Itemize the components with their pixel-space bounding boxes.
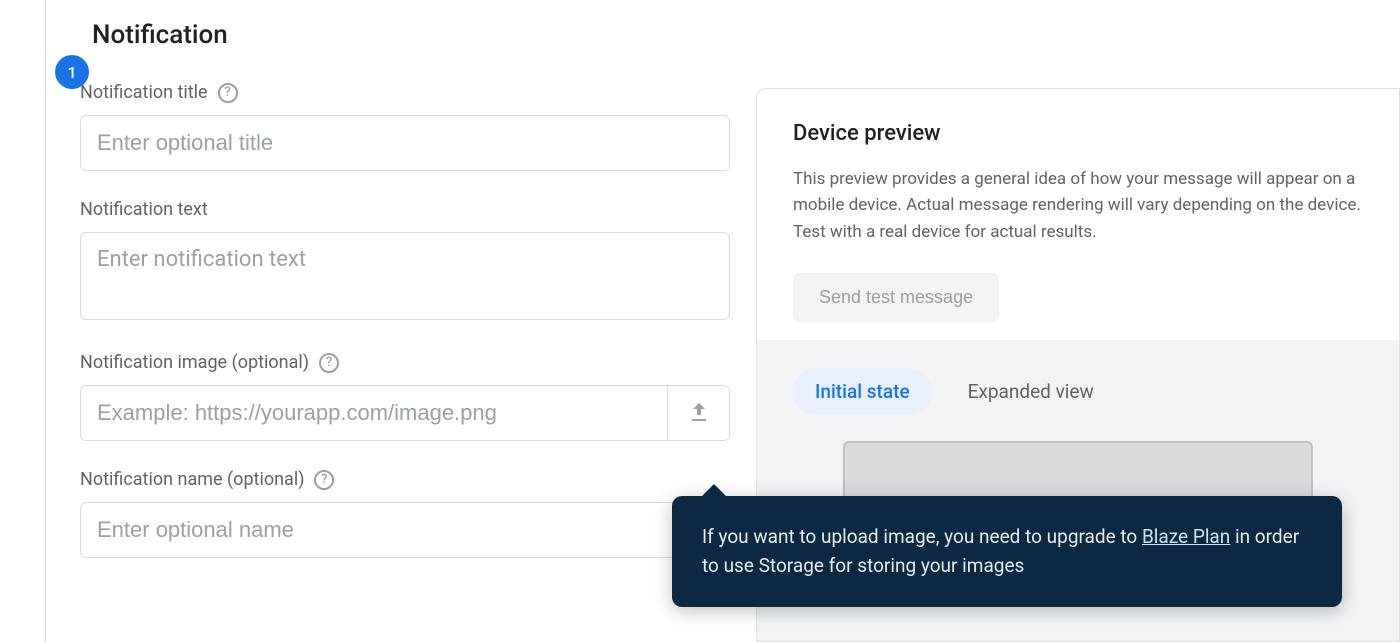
notification-text-input[interactable] <box>80 232 730 320</box>
tab-expanded-view[interactable]: Expanded view <box>946 368 1116 415</box>
field-label: Notification text <box>80 199 208 220</box>
field-notification-name: Notification name (optional) ? <box>80 469 722 558</box>
field-notification-title: Notification title ? <box>80 82 722 171</box>
blaze-plan-link[interactable]: Blaze Plan <box>1142 525 1230 548</box>
label-row: Notification image (optional) ? <box>80 352 722 373</box>
help-icon[interactable]: ? <box>314 470 334 490</box>
left-rail <box>0 0 46 642</box>
preview-tabs: Initial state Expanded view <box>793 368 1363 415</box>
tab-initial-state[interactable]: Initial state <box>793 368 932 415</box>
field-label: Notification name (optional) <box>80 469 304 490</box>
label-row: Notification title ? <box>80 82 722 103</box>
help-icon[interactable]: ? <box>218 83 238 103</box>
field-label: Notification image (optional) <box>80 352 309 373</box>
fields-container: Notification title ? Notification text N… <box>46 74 756 558</box>
field-notification-text: Notification text <box>80 199 722 324</box>
step-badge: 1 <box>55 55 89 89</box>
section-title: Notification <box>92 20 228 50</box>
tooltip-text-before: If you want to upload image, you need to… <box>702 525 1142 548</box>
upload-icon <box>687 401 711 425</box>
upload-upgrade-tooltip: If you want to upload image, you need to… <box>672 496 1342 607</box>
notification-title-input[interactable] <box>80 115 730 171</box>
help-icon[interactable]: ? <box>319 353 339 373</box>
label-row: Notification name (optional) ? <box>80 469 722 490</box>
upload-image-button[interactable] <box>667 386 729 440</box>
field-notification-image: Notification image (optional) ? <box>80 352 722 441</box>
preview-header: Device preview This preview provides a g… <box>757 89 1399 340</box>
preview-description: This preview provides a general idea of … <box>793 166 1363 245</box>
notification-name-input[interactable] <box>80 502 730 558</box>
section-header: 1 Notification <box>46 0 756 74</box>
notification-form-panel: 1 Notification Notification title ? Noti… <box>46 0 756 642</box>
send-test-message-button[interactable]: Send test message <box>793 273 999 322</box>
image-input-group <box>80 385 730 441</box>
preview-title: Device preview <box>793 121 1363 146</box>
label-row: Notification text <box>80 199 722 220</box>
field-label: Notification title <box>80 82 208 103</box>
device-preview-frame <box>843 441 1313 501</box>
notification-image-input[interactable] <box>81 386 667 440</box>
